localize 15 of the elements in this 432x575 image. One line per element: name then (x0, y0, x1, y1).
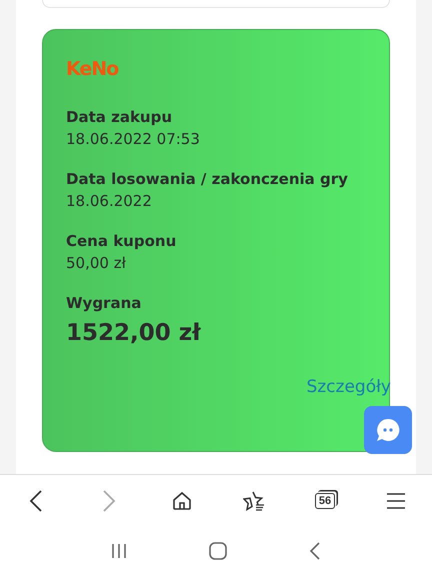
keno-logo: KeNo (66, 58, 118, 80)
chat-button[interactable] (364, 406, 412, 454)
field-label: Cena kuponu (66, 231, 178, 252)
field-value: 1522,00 zł (66, 319, 202, 348)
field-label: Data zakupu (66, 107, 174, 128)
home-nav-icon[interactable] (209, 542, 227, 560)
tabs-button[interactable]: 56 (314, 493, 335, 509)
field-value: 50,00 zł (66, 253, 127, 274)
recent-apps-icon[interactable] (111, 543, 127, 559)
chat-icon (375, 417, 401, 443)
field-value: 18.06.2022 07:53 (66, 129, 201, 150)
field-label: Data losowania / zakonczenia gry (66, 169, 349, 190)
field-label: Wygrana (66, 293, 142, 314)
back-nav-icon[interactable] (309, 542, 321, 560)
field-value: 18.06.2022 (66, 191, 153, 212)
